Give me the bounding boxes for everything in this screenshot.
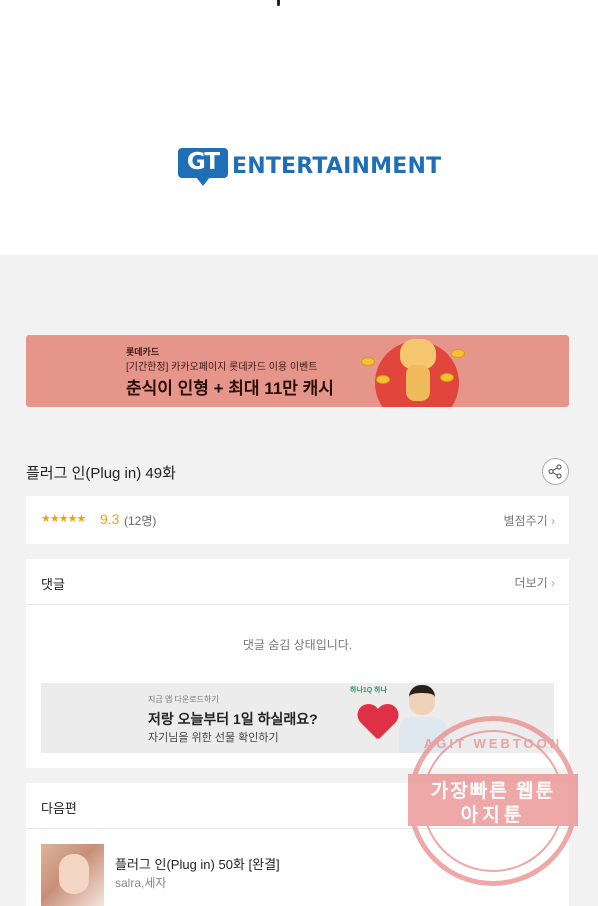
coin-icon: [440, 373, 454, 382]
share-button[interactable]: [542, 458, 569, 485]
ad-title: 저랑 오늘부터 1일 하실래요?: [148, 711, 318, 727]
episode-title: 플러그 인(Plug in) 49화: [26, 465, 176, 482]
ad-logo: 하나1Q 하나: [350, 687, 388, 694]
ad-subtitle: 자기님을 위한 선물 확인하기: [148, 732, 279, 744]
banner-title: 춘식이 인형 + 최대 11만 캐시: [126, 379, 334, 398]
top-indicator: [277, 0, 280, 6]
banner-subtitle: [기간한정] 카카오페이지 롯데카드 이용 이벤트: [126, 362, 318, 373]
watermark-line1: 가장빠른 웹툰: [430, 781, 556, 802]
coin-icon: [376, 375, 390, 384]
chevron-right-icon: ›: [551, 576, 555, 590]
watermark-arc-text: AGIT WEBTOON: [423, 736, 563, 751]
header-area: GT ENTERTAINMENT: [0, 0, 598, 255]
logo-text: ENTERTAINMENT: [232, 153, 442, 179]
watermark-stamp: AGIT WEBTOON 가장빠른 웹툰 아지툰: [408, 716, 578, 886]
share-icon: [548, 464, 562, 479]
rating-card: ★★★★★ 9.3 (12명) 별점주기 ›: [26, 496, 569, 544]
rating-score: 9.3: [100, 511, 120, 527]
episode-thumbnail: [41, 844, 104, 906]
next-episode-title: 플러그 인(Plug in) 50화 [완결]: [115, 857, 280, 872]
character-doll-image: [398, 339, 438, 405]
ad-small-text: 지금 앱 다운로드하기: [148, 695, 219, 704]
banner-brand: 롯데카드: [126, 347, 160, 357]
episode-title-row: 플러그 인(Plug in) 49화: [26, 458, 569, 485]
comments-more-button[interactable]: 더보기 ›: [515, 574, 555, 591]
comments-title: 댓글: [41, 577, 65, 592]
rate-button[interactable]: 별점주기 ›: [503, 512, 555, 529]
coin-icon: [361, 357, 375, 366]
logo-mark-text: GT: [186, 149, 220, 175]
rating-stars: ★★★★★: [41, 513, 86, 525]
rate-button-label: 별점주기: [503, 514, 548, 528]
promo-banner[interactable]: 롯데카드 [기간한정] 카카오페이지 롯데카드 이용 이벤트 춘식이 인형 + …: [26, 335, 569, 407]
comments-header: 댓글 더보기 ›: [26, 559, 569, 605]
heart-icon: [357, 705, 399, 745]
coin-icon: [451, 349, 465, 358]
logo-mark-icon: GT: [178, 148, 228, 186]
watermark-line2: 아지툰: [460, 805, 526, 826]
comments-hidden-message: 댓글 숨김 상태입니다.: [242, 638, 353, 652]
publisher-logo: GT ENTERTAINMENT: [178, 148, 442, 186]
rating-count: (12명): [124, 514, 157, 528]
next-episode-author: salra,세자: [115, 876, 167, 890]
chevron-right-icon: ›: [551, 514, 555, 528]
next-title-label: 다음편: [41, 801, 77, 816]
comments-more-label: 더보기: [514, 576, 548, 590]
